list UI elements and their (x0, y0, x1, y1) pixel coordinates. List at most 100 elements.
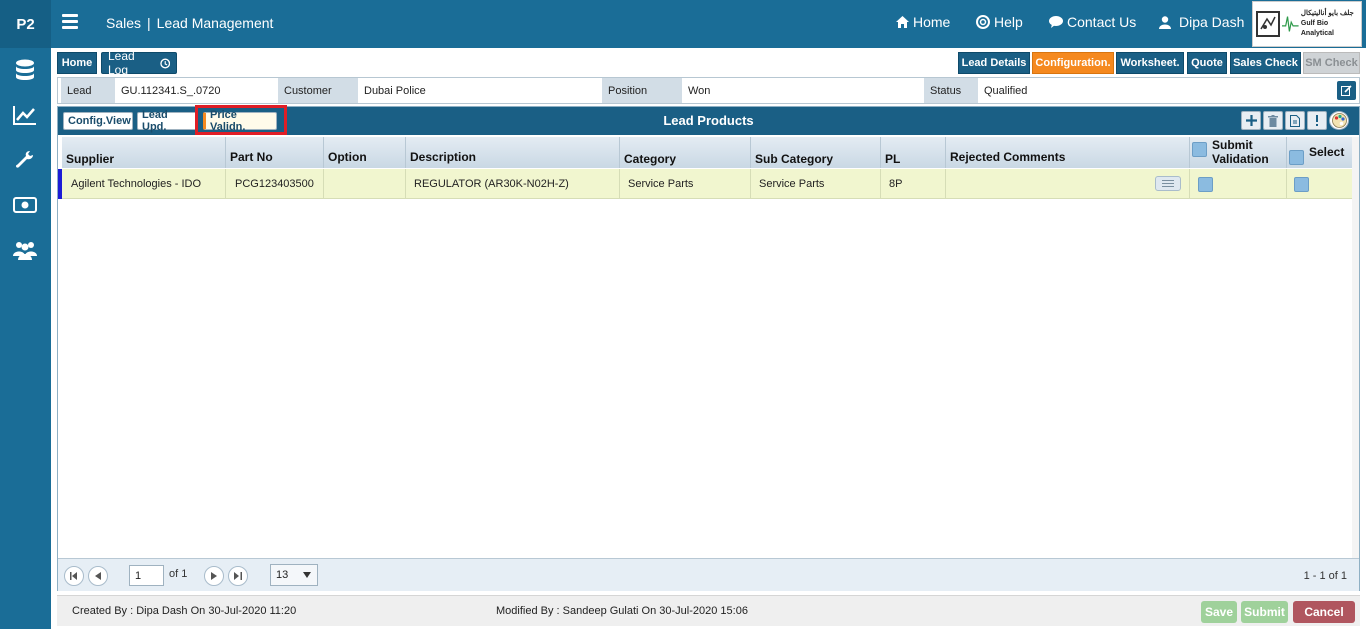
first-page-button[interactable] (64, 566, 84, 586)
hamburger-menu-icon[interactable] (62, 14, 78, 29)
next-page-button[interactable] (204, 566, 224, 586)
line-chart-icon[interactable] (13, 103, 37, 127)
first-page-icon (70, 572, 77, 580)
page-number-input[interactable]: 1 (129, 565, 164, 586)
cell-submit-validation (1190, 169, 1287, 199)
page-title: Sales | Lead Management (106, 15, 274, 31)
tab-quote[interactable]: Quote (1187, 52, 1227, 74)
submit-validation-checkbox[interactable] (1198, 176, 1213, 192)
cell-sub-category[interactable]: Service Parts (751, 169, 881, 199)
sidebar (0, 48, 51, 629)
cell-rejected-comments[interactable] (946, 169, 1190, 199)
table-row[interactable]: Agilent Technologies - IDO PCG123403500 … (58, 169, 1352, 199)
home-icon (896, 16, 909, 28)
logo-arabic-text: جلف بايو أناليتيكال (1300, 10, 1354, 17)
tab-configuration[interactable]: Configuration. (1032, 52, 1114, 74)
select-all-checkbox[interactable] (1289, 150, 1304, 165)
edit-icon (1341, 85, 1352, 96)
next-page-icon (211, 572, 217, 580)
col-header-description[interactable]: Description (406, 137, 620, 168)
palette-button[interactable] (1329, 111, 1349, 130)
lead-label: Lead (61, 78, 115, 103)
col-header-select[interactable]: Select (1287, 137, 1353, 168)
cell-select (1287, 169, 1352, 199)
page-name: Lead Management (156, 15, 274, 31)
prev-page-button[interactable] (88, 566, 108, 586)
record-range-text: 1 - 1 of 1 (1303, 570, 1347, 582)
logo-english-text: Gulf Bio Analytical (1300, 20, 1334, 37)
submit-button[interactable]: Submit (1241, 601, 1288, 623)
customer-value: Dubai Police (364, 84, 426, 97)
modified-by-text: Modified By : Sandeep Gulati On 30-Jul-2… (496, 605, 748, 617)
position-label: Position (602, 78, 682, 103)
user-icon (1159, 15, 1171, 29)
last-page-button[interactable] (228, 566, 248, 586)
col-header-submit-validation[interactable]: Submit Validation (1190, 137, 1287, 168)
palette-icon (1331, 113, 1347, 128)
logo-wave-icon (1282, 16, 1299, 32)
comments-button[interactable] (1155, 176, 1181, 191)
cancel-button[interactable]: Cancel (1293, 601, 1355, 623)
edit-lead-button[interactable] (1337, 81, 1356, 100)
company-logo: جلف بايو أناليتيكال Gulf Bio Analytical (1252, 1, 1362, 47)
breadcrumb-home-button[interactable]: Home (57, 52, 97, 74)
history-icon (159, 58, 170, 68)
cell-option[interactable] (324, 169, 406, 199)
module-name: Sales (106, 15, 142, 31)
footer-bar: Created By : Dipa Dash On 30-Jul-2020 11… (57, 595, 1360, 626)
col-header-category[interactable]: Category (620, 137, 751, 168)
lead-value: GU.112341.S_.0720 (121, 84, 221, 97)
nav-contact-link[interactable]: Contact Us (1049, 14, 1136, 30)
tab-sales-check[interactable]: Sales Check (1230, 52, 1301, 74)
vertical-scrollbar[interactable] (1352, 137, 1359, 559)
col-header-option[interactable]: Option (324, 137, 406, 168)
cell-category[interactable]: Service Parts (620, 169, 751, 199)
tab-sm-check: SM Check (1303, 52, 1360, 74)
nav-help-link[interactable]: Help (976, 14, 1023, 30)
wrench-icon[interactable] (13, 148, 37, 172)
customer-label: Customer (278, 78, 358, 103)
save-button[interactable]: Save (1201, 601, 1237, 623)
page-count-text: of 1 (169, 568, 188, 580)
logo-emblem-icon (1256, 11, 1281, 37)
col-header-rejected-comments[interactable]: Rejected Comments (946, 137, 1190, 168)
database-icon[interactable] (13, 58, 37, 82)
cell-supplier[interactable]: Agilent Technologies - IDO (62, 169, 226, 199)
status-value: Qualified (984, 84, 1028, 97)
brand-logo[interactable]: P2 (0, 0, 51, 48)
export-button[interactable] (1285, 111, 1305, 130)
pagination-bar: 1 of 1 13 1 - 1 of 1 (58, 558, 1359, 591)
col-header-pl[interactable]: PL (881, 137, 946, 168)
col-header-supplier[interactable]: Supplier (62, 137, 226, 168)
cell-part-no[interactable]: PCG123403500 (226, 169, 324, 199)
col-header-part-no[interactable]: Part No (226, 137, 324, 168)
trash-icon (1268, 114, 1278, 127)
tab-worksheet[interactable]: Worksheet. (1116, 52, 1184, 74)
users-icon[interactable] (13, 238, 37, 262)
col-header-sub-category[interactable]: Sub Category (751, 137, 881, 168)
lead-info-bar: Lead GU.112341.S_.0720 Customer Dubai Po… (57, 77, 1360, 104)
panel-title: Lead Products (663, 113, 754, 128)
status-label: Status (924, 78, 978, 103)
top-bar: P2 Sales | Lead Management Home Help Conta… (0, 0, 1366, 48)
lead-products-panel: Config.View Lead Upd. Price Validn. Lead… (57, 105, 1360, 591)
tab-lead-details[interactable]: Lead Details (958, 52, 1030, 74)
add-row-button[interactable] (1241, 111, 1261, 130)
user-menu[interactable]: Dipa Dash (1159, 14, 1244, 30)
cell-description[interactable]: REGULATOR (AR30K-N02H-Z) (406, 169, 620, 199)
submit-validation-all-checkbox[interactable] (1192, 142, 1207, 157)
chevron-down-icon (303, 572, 311, 578)
lead-log-button[interactable]: Lead Log (101, 49, 177, 77)
created-by-text: Created By : Dipa Dash On 30-Jul-2020 11… (72, 605, 297, 617)
prev-page-icon (95, 572, 101, 580)
more-options-button[interactable] (1307, 111, 1327, 130)
lifebuoy-icon (976, 15, 990, 29)
nav-home-link[interactable]: Home (896, 14, 950, 30)
row-select-checkbox[interactable] (1294, 176, 1309, 192)
money-icon[interactable] (13, 193, 37, 217)
exclamation-icon (1316, 115, 1318, 126)
cell-pl[interactable]: 8P (881, 169, 946, 199)
page-size-select[interactable]: 13 (270, 564, 318, 586)
delete-row-button[interactable] (1263, 111, 1283, 130)
last-page-icon (234, 572, 242, 580)
